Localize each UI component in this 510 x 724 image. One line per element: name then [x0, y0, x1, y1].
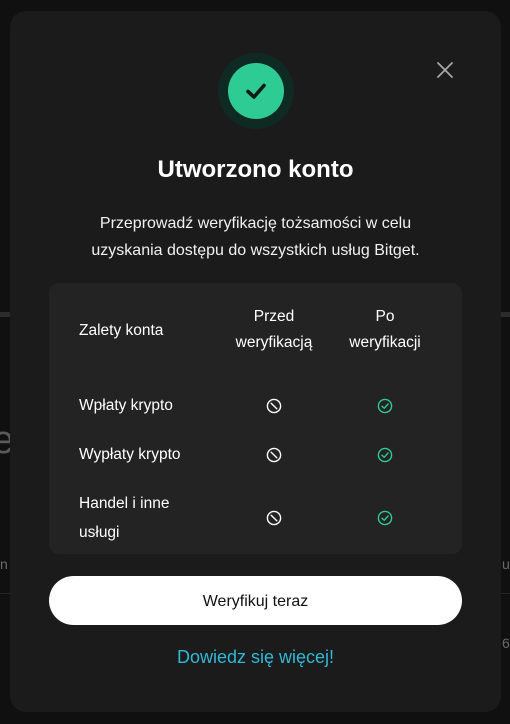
close-icon [437, 62, 453, 78]
not-allowed-icon [266, 447, 282, 463]
table-row-label: Handel i inne usługi [79, 489, 169, 547]
benefits-table: Zalety konta Przed weryfikacją Po weryfi… [49, 283, 462, 554]
not-allowed-icon [266, 510, 282, 526]
account-created-modal: Utworzono konto Przeprowadź weryfikację … [10, 11, 501, 712]
modal-subtitle: Przeprowadź weryfikację tożsamości w cel… [50, 210, 461, 264]
header-before-verification: Przed weryfikacją [209, 304, 339, 356]
verify-now-button[interactable]: Weryfikuj teraz [49, 576, 462, 625]
background-text-fragment: n [0, 556, 8, 572]
header-after-verification: Po weryfikacji [331, 304, 439, 356]
background-text-fragment: 6 [502, 635, 510, 651]
not-allowed-icon [266, 398, 282, 414]
header-benefits: Zalety konta [79, 322, 164, 339]
close-button[interactable] [434, 59, 456, 81]
table-row-label: Wpłaty krypto [79, 397, 173, 414]
header-text: weryfikacji [349, 334, 421, 351]
row-label-text: usługi [79, 524, 120, 541]
check-icon [377, 447, 393, 463]
header-text: Przed [253, 308, 295, 325]
background-text-fragment: u [502, 556, 510, 572]
check-icon [377, 398, 393, 414]
modal-title: Utworzono konto [157, 156, 354, 183]
success-check-icon [228, 63, 284, 119]
header-text: weryfikacją [235, 334, 313, 351]
subtitle-line: Przeprowadź weryfikację tożsamości w cel… [99, 215, 412, 232]
row-label-text: Handel i inne [79, 495, 170, 512]
success-badge [218, 53, 294, 129]
check-icon [377, 510, 393, 526]
table-row-label: Wypłaty krypto [79, 446, 181, 463]
learn-more-link[interactable]: Dowiedz się więcej! [10, 647, 501, 668]
subtitle-line: uzyskania dostępu do wszystkich usług Bi… [91, 242, 420, 259]
header-text: Po [375, 308, 395, 325]
page-backdrop: e n u 6 Utworzono konto Przeprowadź wery… [0, 0, 510, 724]
